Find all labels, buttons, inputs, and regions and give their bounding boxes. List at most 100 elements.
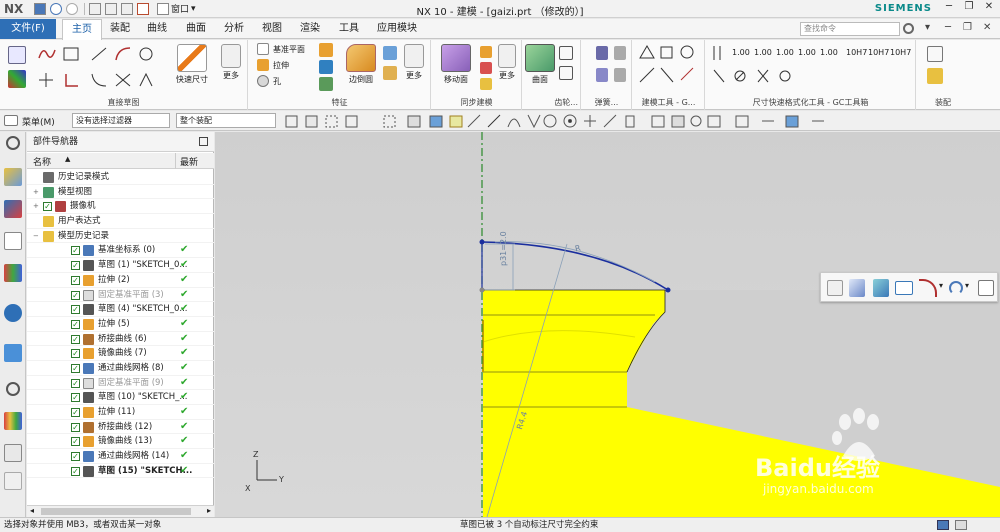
- visibility-checkbox[interactable]: ✓: [43, 202, 52, 212]
- visibility-checkbox[interactable]: ✓: [71, 393, 80, 403]
- tree-row[interactable]: ✓ 拉伸 (5) ✔: [27, 317, 214, 332]
- tree-row[interactable]: ✓ 桥接曲线 (6) ✔: [27, 332, 214, 347]
- minimize-button[interactable]: ─: [940, 1, 958, 16]
- undo-icon[interactable]: [949, 281, 963, 295]
- roles-icon[interactable]: [4, 472, 22, 490]
- tree-row[interactable]: ✓ 通过曲线网格 (8) ✔: [27, 361, 214, 376]
- doc-restore-button[interactable]: ❐: [963, 22, 972, 33]
- pattern-icon[interactable]: [319, 77, 333, 91]
- web-browser-icon[interactable]: [4, 344, 22, 362]
- scroll-left-icon[interactable]: ◂: [30, 506, 34, 515]
- more-button-sync[interactable]: 更多: [494, 44, 520, 81]
- tree-row[interactable]: ✓ 固定基准平面 (3) ✔: [27, 288, 214, 303]
- arc-tool-icon[interactable]: [919, 279, 937, 297]
- visibility-checkbox[interactable]: ✓: [71, 378, 80, 388]
- unite-icon[interactable]: [319, 43, 333, 57]
- extrude-icon[interactable]: [257, 59, 269, 71]
- tab-analysis[interactable]: 分析: [218, 19, 250, 39]
- visibility-checkbox[interactable]: ✓: [71, 437, 80, 447]
- status-layout-icon[interactable]: [955, 520, 967, 530]
- tab-curve[interactable]: 曲线: [141, 19, 173, 39]
- tree-row[interactable]: + 模型视图: [27, 185, 214, 200]
- tree-row[interactable]: ✓ 基准坐标系 (0) ✔: [27, 243, 214, 259]
- tab-surface[interactable]: 曲面: [180, 19, 212, 39]
- tree-row[interactable]: − 模型历史记录: [27, 229, 214, 244]
- hole-label[interactable]: 孔: [273, 76, 281, 87]
- file-menu-tab[interactable]: 文件(F): [0, 19, 56, 39]
- scope-dropdown[interactable]: 整个装配: [176, 113, 276, 128]
- gear-icon[interactable]: [6, 136, 20, 150]
- tree-row[interactable]: ✓ 拉伸 (11) ✔: [27, 405, 214, 420]
- extrude-label[interactable]: 拉伸: [273, 60, 289, 71]
- constraint-navigator-icon[interactable]: [4, 232, 22, 250]
- reuse-library-icon[interactable]: [4, 264, 22, 282]
- tab-home[interactable]: 主页: [62, 19, 102, 40]
- assembly-constraint-icon[interactable]: [927, 68, 943, 84]
- tab-assembly[interactable]: 装配: [104, 19, 136, 39]
- tree-row[interactable]: + ✓ 摄像机: [27, 199, 214, 215]
- history-icon[interactable]: [6, 382, 20, 396]
- vertical-dimension-label[interactable]: p31=2.0: [499, 231, 508, 266]
- surface-button[interactable]: 曲面: [525, 44, 555, 85]
- offset-region-icon[interactable]: [480, 62, 492, 74]
- trim-sheet-icon[interactable]: [559, 66, 573, 80]
- horizontal-scrollbar[interactable]: ◂ ▸: [27, 505, 214, 517]
- cut-icon[interactable]: [89, 2, 101, 15]
- window-menu[interactable]: 窗口 ▾: [157, 2, 196, 15]
- dimension-icon[interactable]: [895, 281, 913, 295]
- visibility-checkbox[interactable]: ✓: [71, 319, 80, 329]
- gear-delete-icon[interactable]: [614, 68, 626, 82]
- pull-face-icon[interactable]: [480, 46, 492, 58]
- visibility-checkbox[interactable]: ✓: [71, 275, 80, 285]
- paste-icon[interactable]: [121, 2, 133, 15]
- spring-delete-icon[interactable]: [614, 46, 626, 60]
- visibility-checkbox[interactable]: ✓: [71, 290, 80, 300]
- close-button[interactable]: ✕: [980, 1, 998, 16]
- visibility-checkbox[interactable]: ✓: [71, 466, 80, 476]
- menu-toggle-icon[interactable]: [4, 115, 18, 126]
- sketch-icon[interactable]: [8, 46, 26, 64]
- expand-toggle-icon[interactable]: +: [33, 203, 40, 210]
- graphics-window[interactable]: p31=2.0 R R4.4 Z Y X Baidu经验 jingyan.bai…: [215, 132, 1000, 517]
- save-icon[interactable]: [34, 2, 46, 15]
- column-latest[interactable]: 最新: [180, 155, 198, 168]
- scroll-thumb[interactable]: [41, 508, 191, 515]
- visibility-checkbox[interactable]: ✓: [71, 246, 80, 256]
- more-button-feature[interactable]: 更多: [399, 44, 429, 81]
- tree-row[interactable]: ✓ 镜像曲线 (7) ✔: [27, 346, 214, 361]
- tab-tools[interactable]: 工具: [333, 19, 365, 39]
- tree-row[interactable]: ✓ 拉伸 (2) ✔: [27, 273, 214, 288]
- redo-icon[interactable]: [66, 2, 78, 15]
- sketch-finish-icon[interactable]: [8, 70, 26, 88]
- visibility-checkbox[interactable]: ✓: [71, 305, 80, 315]
- expand-toggle-icon[interactable]: +: [33, 188, 40, 196]
- expand-toggle-icon[interactable]: [33, 218, 40, 225]
- selection-toolbar-icons[interactable]: [284, 113, 844, 130]
- doc-minimize-button[interactable]: ─: [945, 22, 951, 33]
- add-component-icon[interactable]: [927, 46, 943, 62]
- edge-blend-button[interactable]: 边倒圆: [343, 44, 379, 85]
- tree-row[interactable]: ✓ 草图 (1) "SKETCH_0... ✔: [27, 258, 214, 273]
- command-search-input[interactable]: 查找命令: [800, 22, 900, 36]
- menu-button[interactable]: 菜单(M): [22, 115, 55, 128]
- tree-row[interactable]: ✓ 草图 (15) "SKETCH... ✔: [27, 464, 214, 479]
- more-button-sketch[interactable]: 更多: [216, 44, 246, 81]
- fit-view-icon[interactable]: [978, 280, 994, 296]
- visibility-checkbox[interactable]: ✓: [71, 261, 80, 271]
- move-face-button[interactable]: 移动面: [436, 44, 476, 85]
- expand-toggle-icon[interactable]: −: [33, 232, 40, 240]
- tree-row[interactable]: 用户表达式: [27, 214, 214, 229]
- type-filter-dropdown[interactable]: 没有选择过滤器: [72, 113, 170, 128]
- visibility-checkbox[interactable]: ✓: [71, 363, 80, 373]
- draft-icon[interactable]: [383, 66, 397, 80]
- spring-icon[interactable]: [596, 46, 608, 60]
- tree-row[interactable]: 历史记录模式: [27, 170, 214, 185]
- datum-plane-icon[interactable]: [257, 43, 269, 55]
- undo-icon[interactable]: [50, 2, 62, 15]
- search-icon[interactable]: [903, 23, 914, 34]
- arc-dimension-label[interactable]: R: [574, 244, 581, 254]
- tree-row[interactable]: ✓ 固定基准平面 (9) ✔: [27, 376, 214, 391]
- visibility-checkbox[interactable]: ✓: [71, 349, 80, 359]
- sketch-settings-icon[interactable]: [827, 280, 843, 296]
- copy-icon[interactable]: [105, 2, 117, 15]
